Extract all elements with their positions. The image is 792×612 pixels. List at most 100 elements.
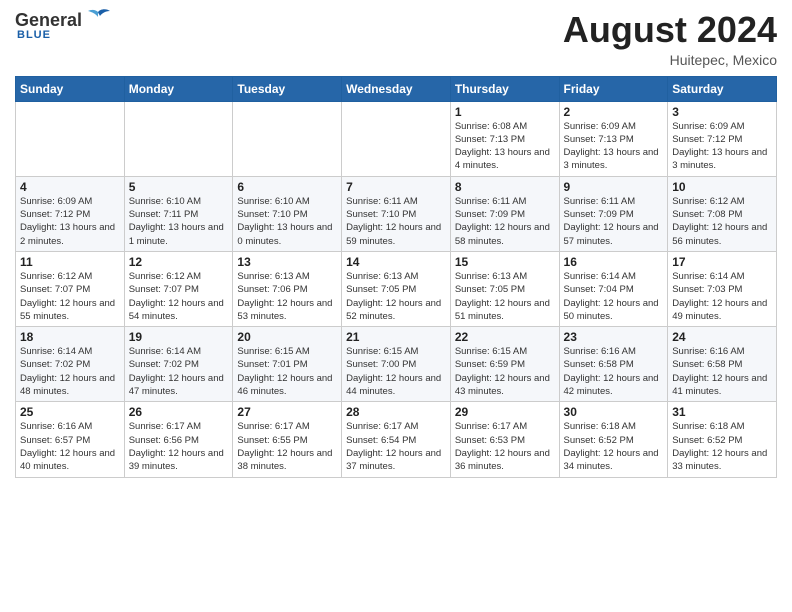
day-info: Sunrise: 6:15 AM Sunset: 7:01 PM Dayligh… (237, 345, 337, 398)
day-number: 22 (455, 330, 555, 344)
day-number: 12 (129, 255, 229, 269)
day-header-tuesday: Tuesday (233, 76, 342, 101)
calendar-header-row: SundayMondayTuesdayWednesdayThursdayFrid… (16, 76, 777, 101)
day-number: 2 (564, 105, 664, 119)
calendar-cell: 5Sunrise: 6:10 AM Sunset: 7:11 PM Daylig… (124, 176, 233, 251)
day-info: Sunrise: 6:16 AM Sunset: 6:57 PM Dayligh… (20, 420, 120, 473)
calendar-cell: 14Sunrise: 6:13 AM Sunset: 7:05 PM Dayli… (342, 251, 451, 326)
day-number: 3 (672, 105, 772, 119)
day-number: 19 (129, 330, 229, 344)
day-number: 11 (20, 255, 120, 269)
day-number: 10 (672, 180, 772, 194)
day-header-sunday: Sunday (16, 76, 125, 101)
month-title: August 2024 (563, 10, 777, 50)
day-info: Sunrise: 6:14 AM Sunset: 7:03 PM Dayligh… (672, 270, 772, 323)
day-info: Sunrise: 6:13 AM Sunset: 7:05 PM Dayligh… (346, 270, 446, 323)
calendar-cell: 9Sunrise: 6:11 AM Sunset: 7:09 PM Daylig… (559, 176, 668, 251)
calendar-week-row: 18Sunrise: 6:14 AM Sunset: 7:02 PM Dayli… (16, 327, 777, 402)
day-info: Sunrise: 6:15 AM Sunset: 7:00 PM Dayligh… (346, 345, 446, 398)
day-header-thursday: Thursday (450, 76, 559, 101)
calendar-cell: 3Sunrise: 6:09 AM Sunset: 7:12 PM Daylig… (668, 101, 777, 176)
day-info: Sunrise: 6:18 AM Sunset: 6:52 PM Dayligh… (564, 420, 664, 473)
day-number: 21 (346, 330, 446, 344)
day-number: 16 (564, 255, 664, 269)
day-info: Sunrise: 6:17 AM Sunset: 6:56 PM Dayligh… (129, 420, 229, 473)
location: Huitepec, Mexico (563, 52, 777, 68)
day-info: Sunrise: 6:11 AM Sunset: 7:09 PM Dayligh… (455, 195, 555, 248)
logo: General Blue (15, 10, 112, 41)
calendar-cell: 11Sunrise: 6:12 AM Sunset: 7:07 PM Dayli… (16, 251, 125, 326)
day-info: Sunrise: 6:14 AM Sunset: 7:02 PM Dayligh… (20, 345, 120, 398)
calendar-cell: 17Sunrise: 6:14 AM Sunset: 7:03 PM Dayli… (668, 251, 777, 326)
day-info: Sunrise: 6:11 AM Sunset: 7:09 PM Dayligh… (564, 195, 664, 248)
day-number: 7 (346, 180, 446, 194)
day-info: Sunrise: 6:16 AM Sunset: 6:58 PM Dayligh… (672, 345, 772, 398)
day-info: Sunrise: 6:16 AM Sunset: 6:58 PM Dayligh… (564, 345, 664, 398)
calendar-cell: 24Sunrise: 6:16 AM Sunset: 6:58 PM Dayli… (668, 327, 777, 402)
day-number: 18 (20, 330, 120, 344)
calendar-cell: 19Sunrise: 6:14 AM Sunset: 7:02 PM Dayli… (124, 327, 233, 402)
calendar-cell: 28Sunrise: 6:17 AM Sunset: 6:54 PM Dayli… (342, 402, 451, 477)
calendar-week-row: 4Sunrise: 6:09 AM Sunset: 7:12 PM Daylig… (16, 176, 777, 251)
day-number: 28 (346, 405, 446, 419)
day-number: 4 (20, 180, 120, 194)
calendar-cell: 2Sunrise: 6:09 AM Sunset: 7:13 PM Daylig… (559, 101, 668, 176)
calendar-cell: 15Sunrise: 6:13 AM Sunset: 7:05 PM Dayli… (450, 251, 559, 326)
day-number: 17 (672, 255, 772, 269)
calendar: SundayMondayTuesdayWednesdayThursdayFrid… (15, 76, 777, 478)
day-info: Sunrise: 6:13 AM Sunset: 7:06 PM Dayligh… (237, 270, 337, 323)
day-header-friday: Friday (559, 76, 668, 101)
day-info: Sunrise: 6:14 AM Sunset: 7:02 PM Dayligh… (129, 345, 229, 398)
day-header-monday: Monday (124, 76, 233, 101)
day-info: Sunrise: 6:10 AM Sunset: 7:11 PM Dayligh… (129, 195, 229, 248)
calendar-cell: 8Sunrise: 6:11 AM Sunset: 7:09 PM Daylig… (450, 176, 559, 251)
day-info: Sunrise: 6:17 AM Sunset: 6:54 PM Dayligh… (346, 420, 446, 473)
day-number: 24 (672, 330, 772, 344)
header: General Blue August 2024 Huitepec, Mexic… (15, 10, 777, 68)
day-number: 5 (129, 180, 229, 194)
day-number: 9 (564, 180, 664, 194)
logo-subtitle: Blue (17, 29, 51, 41)
day-info: Sunrise: 6:12 AM Sunset: 7:08 PM Dayligh… (672, 195, 772, 248)
calendar-week-row: 11Sunrise: 6:12 AM Sunset: 7:07 PM Dayli… (16, 251, 777, 326)
day-info: Sunrise: 6:18 AM Sunset: 6:52 PM Dayligh… (672, 420, 772, 473)
calendar-cell: 26Sunrise: 6:17 AM Sunset: 6:56 PM Dayli… (124, 402, 233, 477)
day-number: 30 (564, 405, 664, 419)
page: General Blue August 2024 Huitepec, Mexic… (0, 0, 792, 612)
calendar-cell (16, 101, 125, 176)
day-number: 8 (455, 180, 555, 194)
calendar-cell: 1Sunrise: 6:08 AM Sunset: 7:13 PM Daylig… (450, 101, 559, 176)
day-info: Sunrise: 6:12 AM Sunset: 7:07 PM Dayligh… (20, 270, 120, 323)
day-number: 14 (346, 255, 446, 269)
calendar-cell: 6Sunrise: 6:10 AM Sunset: 7:10 PM Daylig… (233, 176, 342, 251)
day-number: 13 (237, 255, 337, 269)
day-info: Sunrise: 6:17 AM Sunset: 6:55 PM Dayligh… (237, 420, 337, 473)
day-number: 1 (455, 105, 555, 119)
logo-general-text: General (15, 10, 82, 31)
day-info: Sunrise: 6:15 AM Sunset: 6:59 PM Dayligh… (455, 345, 555, 398)
day-info: Sunrise: 6:08 AM Sunset: 7:13 PM Dayligh… (455, 120, 555, 173)
calendar-cell: 12Sunrise: 6:12 AM Sunset: 7:07 PM Dayli… (124, 251, 233, 326)
calendar-cell (233, 101, 342, 176)
calendar-cell: 30Sunrise: 6:18 AM Sunset: 6:52 PM Dayli… (559, 402, 668, 477)
day-number: 20 (237, 330, 337, 344)
calendar-cell: 4Sunrise: 6:09 AM Sunset: 7:12 PM Daylig… (16, 176, 125, 251)
day-info: Sunrise: 6:09 AM Sunset: 7:12 PM Dayligh… (20, 195, 120, 248)
calendar-cell: 20Sunrise: 6:15 AM Sunset: 7:01 PM Dayli… (233, 327, 342, 402)
calendar-cell: 18Sunrise: 6:14 AM Sunset: 7:02 PM Dayli… (16, 327, 125, 402)
logo-bird-icon (84, 8, 112, 30)
calendar-cell: 29Sunrise: 6:17 AM Sunset: 6:53 PM Dayli… (450, 402, 559, 477)
calendar-cell: 25Sunrise: 6:16 AM Sunset: 6:57 PM Dayli… (16, 402, 125, 477)
calendar-cell: 22Sunrise: 6:15 AM Sunset: 6:59 PM Dayli… (450, 327, 559, 402)
calendar-cell (342, 101, 451, 176)
day-number: 29 (455, 405, 555, 419)
calendar-cell: 23Sunrise: 6:16 AM Sunset: 6:58 PM Dayli… (559, 327, 668, 402)
day-header-wednesday: Wednesday (342, 76, 451, 101)
day-header-saturday: Saturday (668, 76, 777, 101)
day-number: 26 (129, 405, 229, 419)
calendar-cell: 16Sunrise: 6:14 AM Sunset: 7:04 PM Dayli… (559, 251, 668, 326)
day-info: Sunrise: 6:12 AM Sunset: 7:07 PM Dayligh… (129, 270, 229, 323)
day-info: Sunrise: 6:09 AM Sunset: 7:12 PM Dayligh… (672, 120, 772, 173)
calendar-cell: 10Sunrise: 6:12 AM Sunset: 7:08 PM Dayli… (668, 176, 777, 251)
day-info: Sunrise: 6:17 AM Sunset: 6:53 PM Dayligh… (455, 420, 555, 473)
